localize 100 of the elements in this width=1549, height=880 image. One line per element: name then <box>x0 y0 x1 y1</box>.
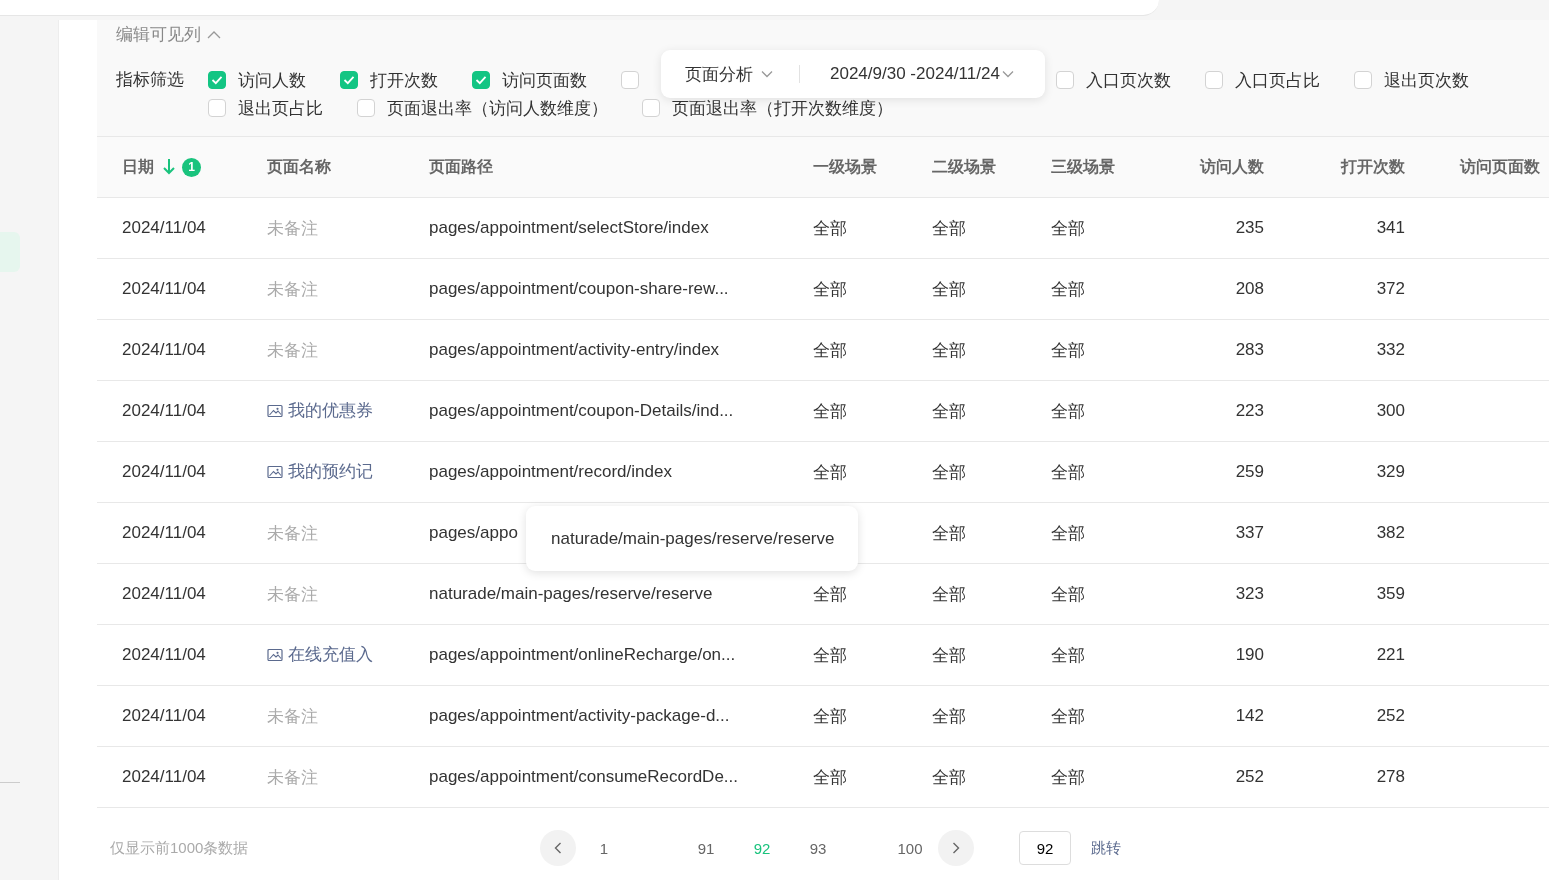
page-name: 未备注 <box>267 706 318 726</box>
date-text: 2024/11/04 <box>122 401 206 420</box>
checkbox[interactable] <box>1056 71 1074 89</box>
count-text: 359 <box>1376 584 1405 604</box>
chevron-right-icon <box>952 842 960 854</box>
column-header: 访问人数 <box>1200 156 1264 177</box>
checkbox-label: 页面退出率（访问人数维度） <box>387 97 608 120</box>
count-text: 278 <box>1376 767 1405 787</box>
pagination-note: 仅显示前1000条数据 <box>110 838 250 858</box>
page-path: pages/appointment/onlineRecharge/on... <box>429 645 736 664</box>
checkbox[interactable] <box>340 71 358 89</box>
check-icon <box>211 75 223 85</box>
scene-text: 全部 <box>1051 340 1085 360</box>
count-text: 341 <box>1376 218 1405 238</box>
checkbox[interactable] <box>357 99 375 117</box>
count-text: 142 <box>1235 706 1264 726</box>
column-header: 三级场景 <box>1051 156 1115 177</box>
scene-text: 全部 <box>932 706 966 726</box>
date-text: 2024/11/04 <box>122 767 206 786</box>
checkbox[interactable] <box>208 71 226 89</box>
image-icon <box>267 464 283 479</box>
filter-label: 指标筛选 <box>116 69 185 91</box>
count-text: 190 <box>1235 645 1264 665</box>
checkbox[interactable] <box>1205 71 1223 89</box>
scene-text: 全部 <box>813 767 847 787</box>
image-icon <box>267 647 283 662</box>
scene-text: 全部 <box>932 218 966 238</box>
jump-link[interactable]: 跳转 <box>1091 838 1121 858</box>
previous-page-button[interactable] <box>540 830 576 866</box>
column-header: 二级场景 <box>932 156 996 177</box>
chevron-left-icon <box>554 842 562 854</box>
scene-text: 全部 <box>932 340 966 360</box>
count-text: 223 <box>1235 401 1264 421</box>
page-jump-field[interactable]: 92 <box>1019 831 1071 865</box>
page-name: 未备注 <box>267 584 318 604</box>
column-header: 页面路径 <box>429 156 493 177</box>
count-text: 208 <box>1235 279 1264 299</box>
page-path: pages/appointment/coupon-Details/ind... <box>429 401 734 420</box>
date-text: 2024/11/04 <box>122 706 206 725</box>
date-text: 2024/11/04 <box>122 340 206 359</box>
analysis-select[interactable]: 页面分析 <box>685 62 773 86</box>
next-page-button[interactable] <box>938 830 974 866</box>
page-name: 未备注 <box>267 279 318 299</box>
scene-text: 全部 <box>1051 584 1085 604</box>
page-number[interactable]: 91 <box>692 839 720 857</box>
count-text: 259 <box>1235 462 1264 482</box>
check-icon <box>343 75 355 85</box>
count-text: 283 <box>1235 340 1264 360</box>
checkbox-label: 页面退出率（打开次数维度） <box>672 97 893 120</box>
check-icon <box>475 75 487 85</box>
page-path: naturade/main-pages/reserve/reserve <box>429 584 713 603</box>
scene-text: 全部 <box>932 645 966 665</box>
column-header: 一级场景 <box>813 156 877 177</box>
scene-text: 全部 <box>932 401 966 421</box>
scene-text: 全部 <box>1051 706 1085 726</box>
checkbox-label: 入口页次数 <box>1086 69 1171 92</box>
image-icon <box>267 403 283 418</box>
date-text: 2024/11/04 <box>122 645 206 664</box>
column-header: 打开次数 <box>1341 156 1405 177</box>
count-text: 252 <box>1235 767 1264 787</box>
page-path: pages/appointment/coupon-share-rew... <box>429 279 729 298</box>
scene-text: 全部 <box>932 767 966 787</box>
scene-text: 全部 <box>1051 767 1085 787</box>
date-text: 2024/11/04 <box>122 462 206 481</box>
date-text: 2024/11/04 <box>122 523 206 542</box>
page-name: 在线充值入 <box>267 643 373 667</box>
date-range-picker[interactable]: 2024/9/30 -2024/11/24 <box>830 64 1014 84</box>
checkbox[interactable] <box>642 99 660 117</box>
checkbox[interactable] <box>472 71 490 89</box>
checkbox-label: 打开次数 <box>370 69 438 92</box>
checkbox-label: 退出页次数 <box>1384 69 1469 92</box>
page-number[interactable]: 93 <box>804 839 832 857</box>
column-header: 访问页面数 <box>1460 156 1540 177</box>
column-header: 日期 <box>122 156 154 177</box>
scene-text: 全部 <box>1051 462 1085 482</box>
page-path: pages/appointment/selectStore/index <box>429 218 709 237</box>
page-name: 未备注 <box>267 340 318 360</box>
count-text: 337 <box>1235 523 1264 543</box>
scene-text: 全部 <box>813 279 847 299</box>
checkbox[interactable] <box>1354 71 1372 89</box>
page-number[interactable]: 100 <box>896 839 924 857</box>
count-text: 329 <box>1376 462 1405 482</box>
page-path: pages/appointment/record/index <box>429 462 672 481</box>
date-text: 2024/11/04 <box>122 584 206 603</box>
page-path: pages/appo <box>429 523 518 542</box>
scene-text: 全部 <box>932 523 966 543</box>
scene-text: 全部 <box>813 462 847 482</box>
scene-text: 全部 <box>932 584 966 604</box>
checkbox[interactable] <box>208 99 226 117</box>
page-name: 未备注 <box>267 523 318 543</box>
column-editor-toggle[interactable]: 编辑可见列 <box>116 21 221 47</box>
checkbox-label: 访问人数 <box>238 69 306 92</box>
scene-text: 全部 <box>813 584 847 604</box>
page-number[interactable]: 1 <box>590 839 618 857</box>
count-text: 332 <box>1376 340 1405 360</box>
checkbox[interactable] <box>621 71 639 89</box>
count-text: 235 <box>1235 218 1264 238</box>
column-header: 页面名称 <box>267 156 331 177</box>
scene-text: 全部 <box>932 279 966 299</box>
count-text: 252 <box>1376 706 1405 726</box>
